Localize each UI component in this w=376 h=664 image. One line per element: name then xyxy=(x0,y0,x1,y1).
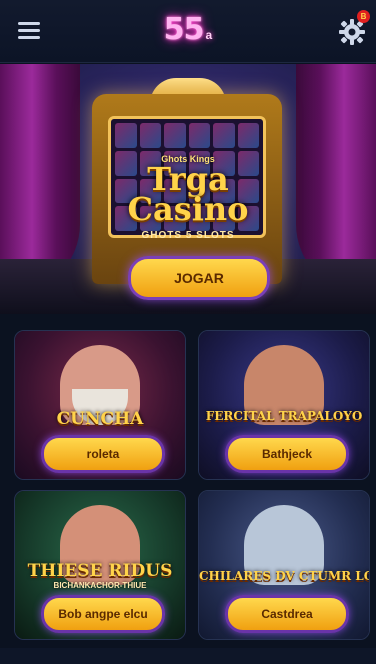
jogar-button[interactable]: JOGAR xyxy=(128,256,270,300)
play-game-button[interactable]: Castdrea xyxy=(225,595,349,633)
game-subtitle: BICHANKACHOR-THIUE xyxy=(53,581,147,590)
play-roleta-button[interactable]: roleta xyxy=(41,435,165,473)
game-title: FERCITAL TRAPALOYO xyxy=(205,409,363,423)
bottom-strip xyxy=(0,648,376,664)
logo-sub: a xyxy=(205,28,213,42)
game-card[interactable]: THIESE RIDUS BICHANKACHOR-THIUE Bob angp… xyxy=(14,490,186,640)
hero-banner: Ghots Kings Trga Casino GHOTS 5 SLOTS JO… xyxy=(0,64,376,314)
play-game-button[interactable]: Bob angpe elcu xyxy=(41,595,165,633)
hero-title-line2: Casino xyxy=(127,190,249,228)
top-bar: 55 a B xyxy=(0,0,376,63)
play-blackjack-button[interactable]: Bathjeck xyxy=(225,435,349,473)
gear-icon[interactable]: B xyxy=(338,10,370,46)
game-title: CHILARES DV CTUMR LOUSA xyxy=(199,569,369,583)
logo-text: 55 xyxy=(163,12,205,47)
game-card[interactable]: CUNCHA roleta xyxy=(14,330,186,480)
game-title: THIESE RIDUS xyxy=(27,561,173,581)
notification-badge: B xyxy=(357,10,370,23)
game-title: CUNCHA xyxy=(56,409,144,429)
hero-subtitle: GHOTS 5 SLOTS xyxy=(141,230,235,241)
hero-text: Ghots Kings Trga Casino GHOTS 5 SLOTS xyxy=(0,154,376,241)
brand-logo[interactable]: 55 a xyxy=(0,12,376,47)
game-card[interactable]: CHILARES DV CTUMR LOUSA Castdrea xyxy=(198,490,370,640)
game-card[interactable]: FERCITAL TRAPALOYO Bathjeck xyxy=(198,330,370,480)
